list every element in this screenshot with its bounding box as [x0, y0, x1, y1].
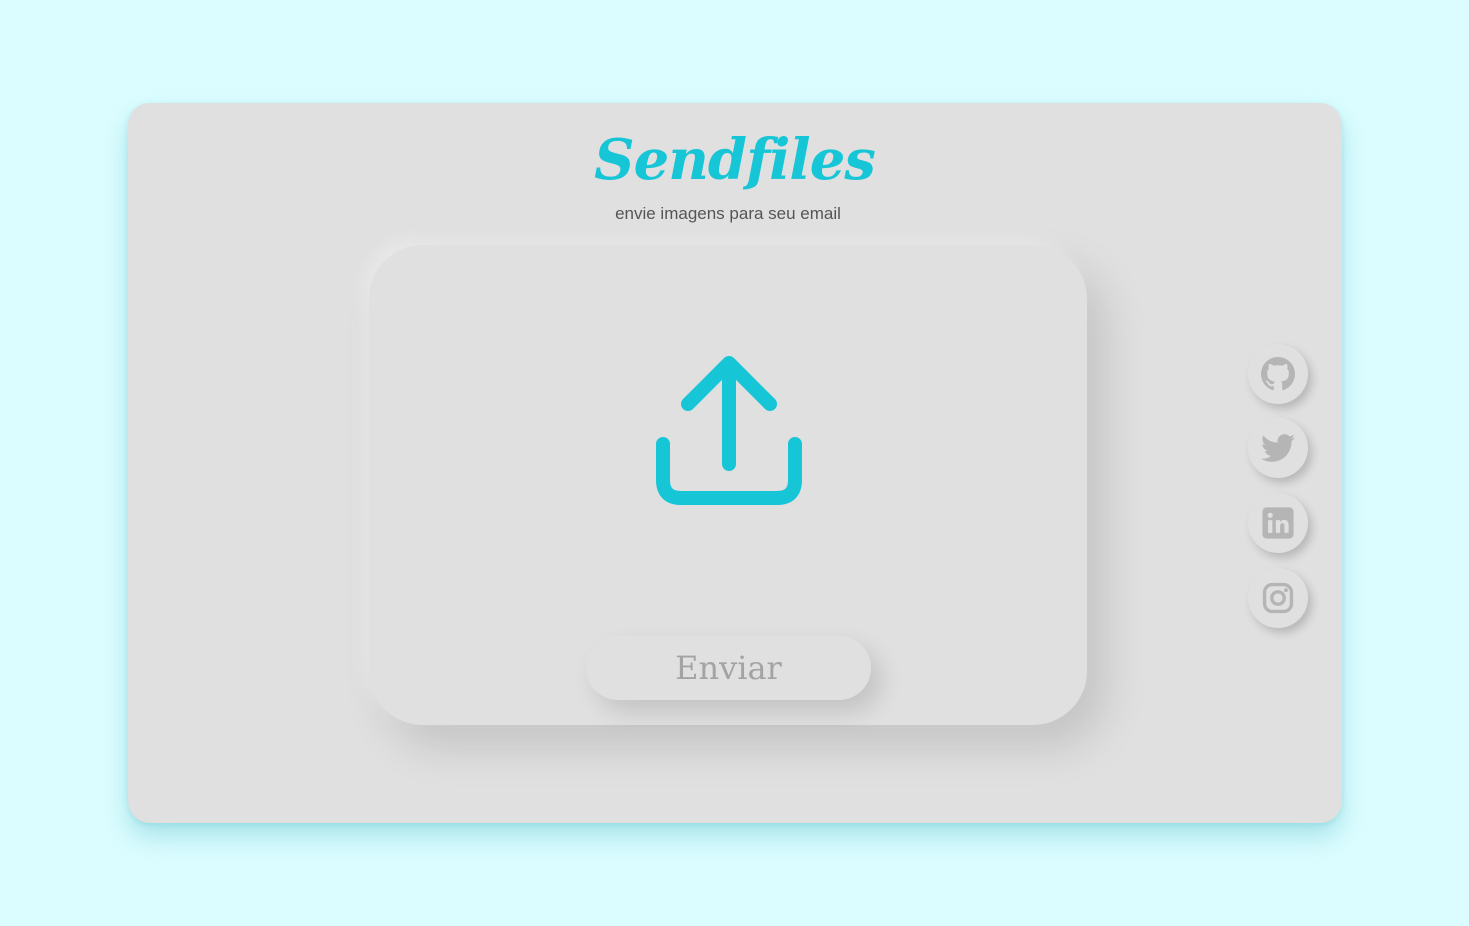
github-icon [1261, 357, 1295, 391]
send-button[interactable]: Enviar [586, 636, 871, 700]
app-title: Sendfiles [594, 127, 876, 193]
instagram-icon [1262, 582, 1294, 614]
instagram-link[interactable] [1248, 568, 1308, 628]
upload-icon[interactable] [648, 352, 808, 512]
twitter-icon [1261, 434, 1295, 462]
github-link[interactable] [1248, 344, 1308, 404]
linkedin-icon [1262, 507, 1294, 539]
app-subtitle: envie imagens para seu email [615, 204, 841, 223]
twitter-link[interactable] [1248, 418, 1308, 478]
linkedin-link[interactable] [1248, 493, 1308, 553]
